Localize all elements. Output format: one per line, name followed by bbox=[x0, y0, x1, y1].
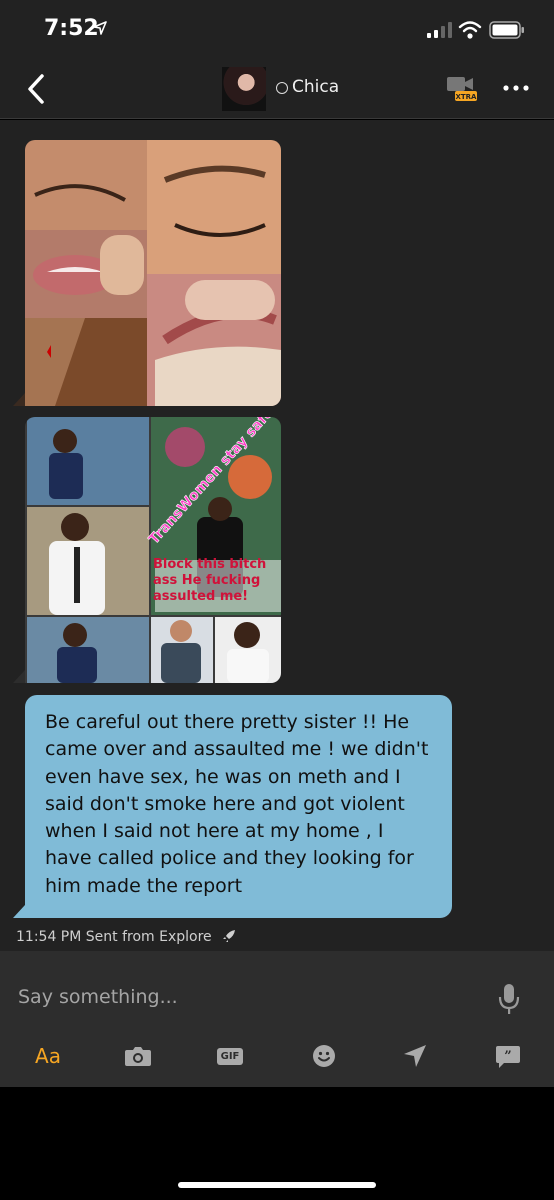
message-bubble[interactable]: Be careful out there pretty sister !! He… bbox=[25, 695, 452, 918]
location-arrow-icon bbox=[93, 21, 107, 35]
camera-icon bbox=[125, 1047, 151, 1066]
quote-icon: ” bbox=[496, 1046, 520, 1068]
location-button[interactable] bbox=[401, 1041, 429, 1071]
avatar[interactable] bbox=[222, 67, 266, 111]
home-area bbox=[0, 1087, 554, 1200]
xtra-badge: XTRA bbox=[456, 93, 478, 101]
photo-collage-injuries[interactable] bbox=[25, 140, 281, 406]
message-timestamp: 11:54 PM Sent from Explore bbox=[16, 929, 212, 945]
status-bar: 7:52 bbox=[0, 0, 554, 62]
location-icon bbox=[404, 1045, 426, 1067]
presence-indicator bbox=[276, 82, 288, 94]
gif-icon: GIF bbox=[216, 1047, 244, 1065]
rocket-icon bbox=[223, 930, 236, 942]
saved-phrases-button[interactable]: ” bbox=[494, 1041, 522, 1071]
image-bubble-tail bbox=[13, 670, 25, 683]
warning-caption-2: Block this bitch ass He fucking assulted… bbox=[153, 557, 267, 604]
contact-name[interactable]: Chica bbox=[292, 77, 339, 97]
message-bubble-tail bbox=[13, 905, 25, 918]
signal-icon bbox=[427, 22, 452, 38]
composer-toolbar: Aa GIF ” bbox=[0, 1037, 554, 1077]
text-format-button[interactable]: Aa bbox=[32, 1041, 64, 1071]
svg-text:”: ” bbox=[504, 1049, 511, 1064]
chat-header: Chica XTRA bbox=[0, 62, 554, 119]
video-camera-icon[interactable]: XTRA bbox=[446, 74, 478, 104]
image-bubble-tail bbox=[13, 393, 25, 406]
composer: Aa GIF ” bbox=[0, 951, 554, 1087]
emoji-button[interactable] bbox=[311, 1041, 337, 1071]
home-indicator[interactable] bbox=[178, 1182, 376, 1188]
message-list[interactable]: TransWomen stay safe !! Block this bitch… bbox=[0, 120, 554, 951]
back-chevron-icon[interactable] bbox=[22, 72, 52, 106]
message-meta: 11:54 PM Sent from Explore bbox=[16, 929, 236, 945]
more-dots-icon[interactable] bbox=[501, 78, 531, 98]
battery-icon bbox=[489, 21, 524, 39]
status-time: 7:52 bbox=[44, 16, 99, 41]
photo-collage-warning[interactable]: TransWomen stay safe !! Block this bitch… bbox=[25, 417, 281, 683]
message-text: Be careful out there pretty sister !! He… bbox=[45, 711, 429, 897]
camera-button[interactable] bbox=[124, 1041, 152, 1071]
wifi-icon bbox=[458, 21, 482, 39]
microphone-icon[interactable] bbox=[498, 983, 520, 1015]
message-input[interactable] bbox=[18, 979, 478, 1015]
gif-button[interactable]: GIF bbox=[215, 1041, 245, 1071]
emoji-icon bbox=[313, 1045, 335, 1067]
